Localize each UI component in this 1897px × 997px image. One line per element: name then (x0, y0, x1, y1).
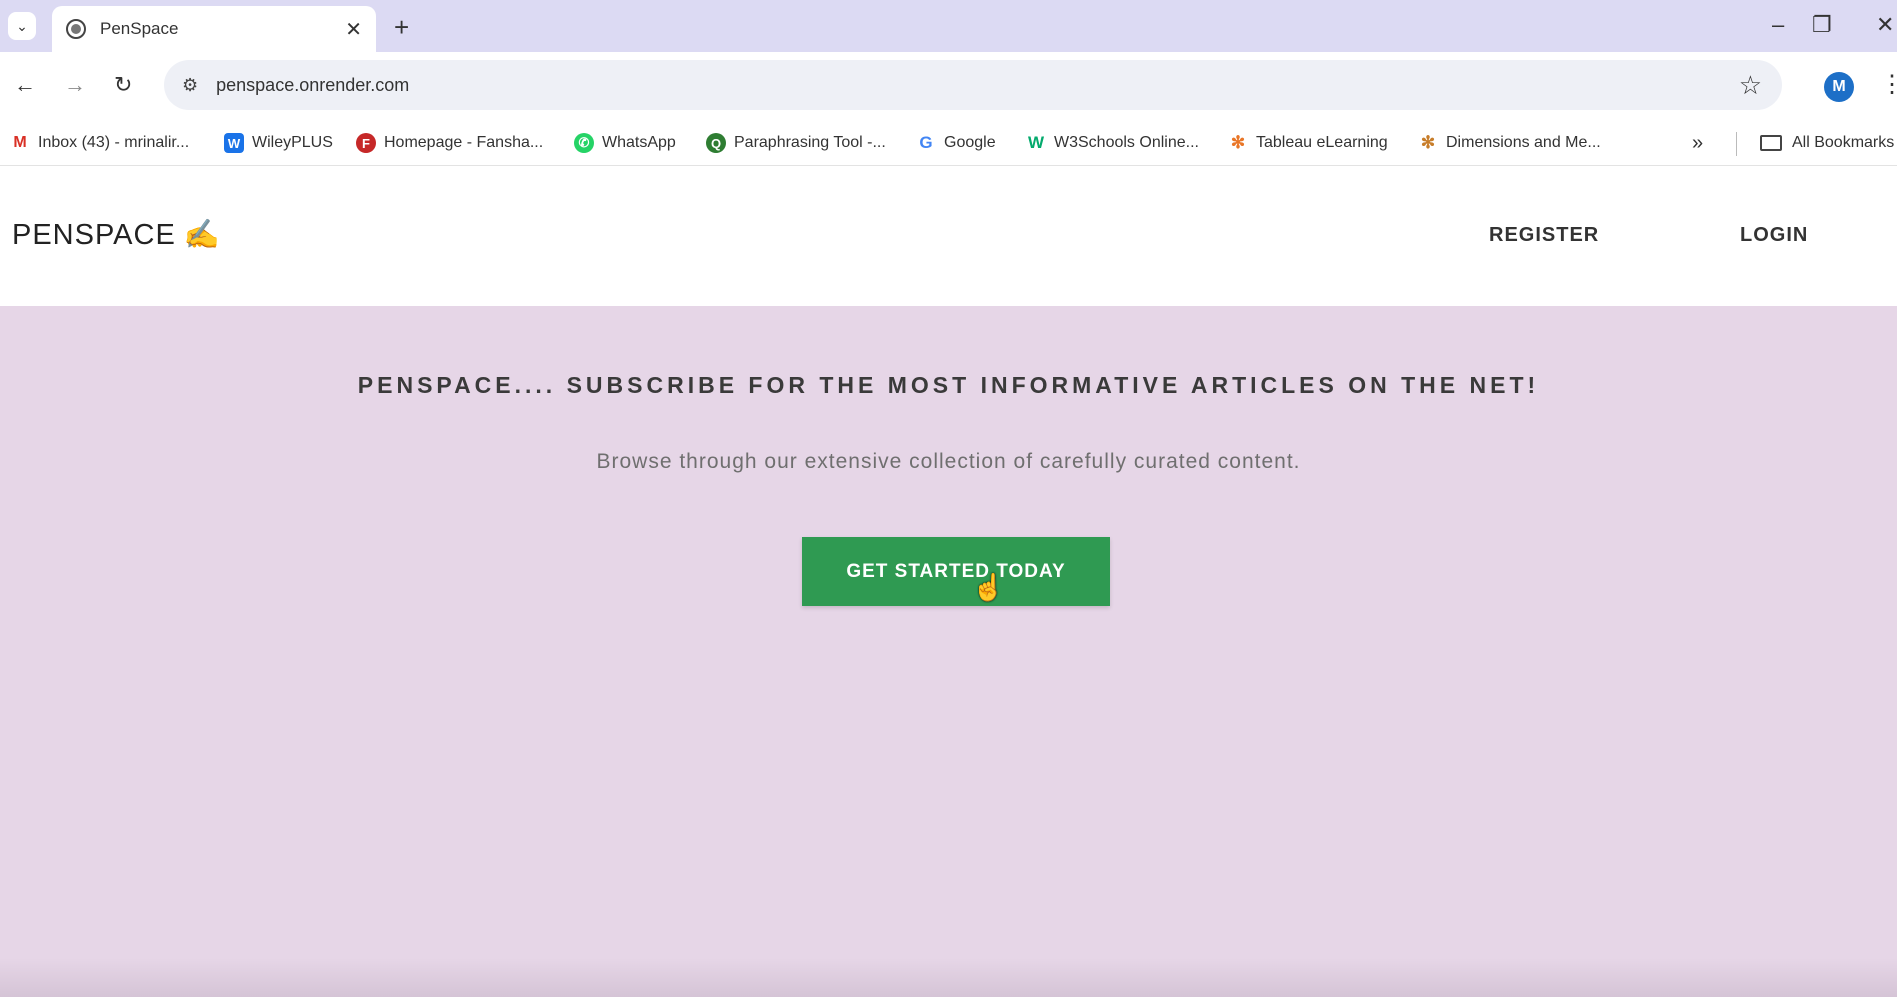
site-info-icon[interactable]: ⚙ (182, 75, 198, 96)
tab-penspace[interactable]: PenSpace ✕ (52, 6, 376, 52)
window-close-icon[interactable]: ✕ (1876, 12, 1894, 38)
bookmark-item[interactable]: G Google (916, 128, 996, 158)
bookmark-label: Homepage - Fansha... (384, 134, 544, 151)
hero-subheading: Browse through our extensive collection … (596, 450, 1301, 473)
whatsapp-icon: ✆ (574, 133, 594, 153)
browser-tab-strip: ⌄ PenSpace ✕ + – ❐ ✕ (0, 0, 1897, 52)
folder-icon (1760, 135, 1782, 151)
bookmark-label: Inbox (43) - mrinalir... (38, 134, 190, 151)
bookmarks-divider (1736, 132, 1737, 156)
bookmark-item[interactable]: Q Paraphrasing Tool -... (706, 128, 886, 158)
google-icon: G (919, 133, 933, 152)
tab-title: PenSpace (100, 19, 179, 38)
bookmark-label: Dimensions and Me... (1446, 134, 1601, 151)
bookmark-item[interactable]: M Inbox (43) - mrinalir... (10, 128, 189, 158)
new-tab-icon[interactable]: + (394, 12, 409, 43)
close-icon[interactable]: ✕ (345, 17, 362, 42)
hero-section: PENSPACE.... SUBSCRIBE FOR THE MOST INFO… (0, 306, 1897, 997)
tab-search-button[interactable]: ⌄ (8, 12, 36, 40)
bookmark-label: WileyPLUS (252, 134, 333, 151)
writing-hand-icon: ✍ (183, 219, 221, 251)
bottom-shadow (0, 958, 1897, 997)
bookmark-item[interactable]: W W3Schools Online... (1026, 128, 1199, 158)
bookmark-item[interactable]: ✆ WhatsApp (574, 128, 676, 158)
register-link[interactable]: REGISTER (1489, 224, 1599, 247)
more-menu-icon[interactable]: ⋮ (1880, 70, 1897, 99)
bookmark-label: Google (944, 134, 996, 151)
bookmark-label: WhatsApp (602, 134, 676, 151)
hero-heading: PENSPACE.... SUBSCRIBE FOR THE MOST INFO… (357, 372, 1540, 398)
wileyplus-icon: W (224, 133, 244, 153)
site-navbar: PENSPACE ✍ REGISTER LOGIN (0, 166, 1897, 306)
bookmark-star-icon[interactable]: ☆ (1739, 70, 1762, 101)
bookmark-label: W3Schools Online... (1054, 134, 1199, 151)
minimize-icon[interactable]: – (1772, 12, 1784, 38)
brand-name: PENSPACE (12, 219, 176, 251)
bookmark-item[interactable]: F Homepage - Fansha... (356, 128, 543, 158)
address-bar[interactable]: ⚙ penspace.onrender.com ☆ (164, 60, 1782, 110)
reload-icon[interactable]: ↻ (114, 72, 132, 98)
back-arrow-icon[interactable]: ← (14, 72, 36, 98)
globe-icon (66, 19, 86, 39)
bookmark-item[interactable]: ✻ Dimensions and Me... (1418, 128, 1601, 158)
profile-avatar[interactable]: M (1824, 72, 1854, 102)
browser-toolbar: ← → ↻ ⚙ penspace.onrender.com ☆ (0, 52, 1897, 120)
hand-cursor-icon: ☝ (972, 572, 1005, 602)
more-bookmarks-icon[interactable]: » (1692, 132, 1703, 155)
bookmark-item[interactable]: W WileyPLUS (224, 128, 333, 158)
get-started-button[interactable]: GET STARTED TODAY (802, 537, 1110, 606)
all-bookmarks-label: All Bookmarks (1792, 134, 1895, 151)
chevron-down-icon: ⌄ (16, 17, 28, 34)
fanshawe-icon: F (356, 133, 376, 153)
restore-icon[interactable]: ❐ (1812, 12, 1832, 38)
bookmark-label: Tableau eLearning (1256, 134, 1388, 151)
bookmark-item[interactable]: ✻ Tableau eLearning (1228, 128, 1388, 158)
tableau-icon: ✻ (1230, 133, 1246, 152)
all-bookmarks-button[interactable]: All Bookmarks (1760, 128, 1894, 158)
dimensions-icon: ✻ (1420, 133, 1436, 152)
site-logo[interactable]: PENSPACE ✍ (12, 218, 221, 252)
bookmarks-bar: M Inbox (43) - mrinalir... W WileyPLUS F… (0, 120, 1897, 166)
bookmark-label: Paraphrasing Tool -... (734, 134, 886, 151)
gmail-icon: M (13, 134, 27, 151)
w3schools-icon: W (1027, 133, 1045, 152)
forward-arrow-icon[interactable]: → (64, 72, 86, 98)
url-text[interactable]: penspace.onrender.com (216, 75, 409, 96)
login-link[interactable]: LOGIN (1740, 224, 1808, 247)
paraphrase-icon: Q (706, 133, 726, 153)
